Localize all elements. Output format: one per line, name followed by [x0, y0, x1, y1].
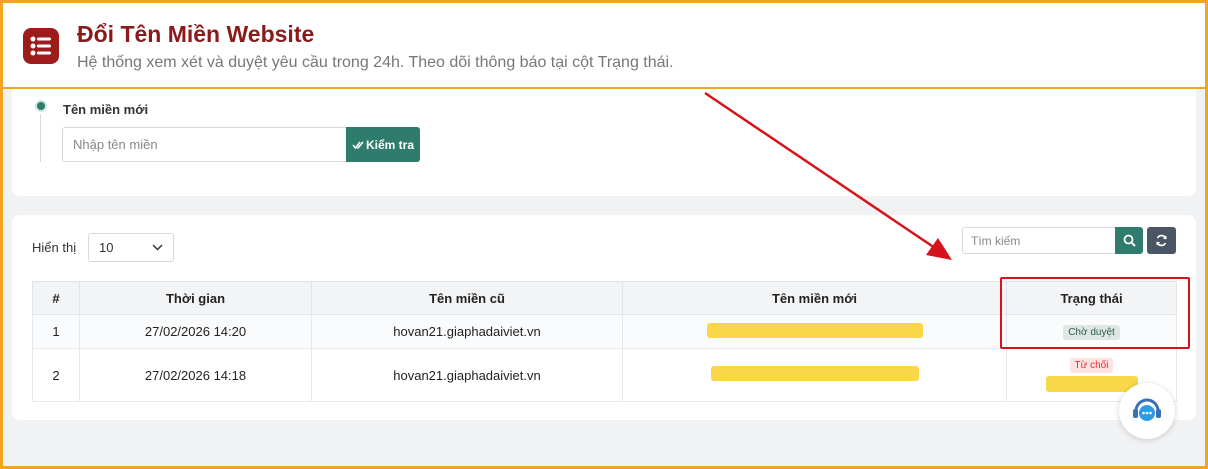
page-subtitle: Hệ thống xem xét và duyệt yêu cầu trong …: [77, 54, 674, 71]
page-title: Đổi Tên Miền Website: [77, 21, 315, 47]
status-highlight-box: [1000, 277, 1190, 349]
page-header: Đổi Tên Miền Website Hệ thống xem xét và…: [3, 3, 1205, 89]
list-icon: [23, 28, 59, 64]
